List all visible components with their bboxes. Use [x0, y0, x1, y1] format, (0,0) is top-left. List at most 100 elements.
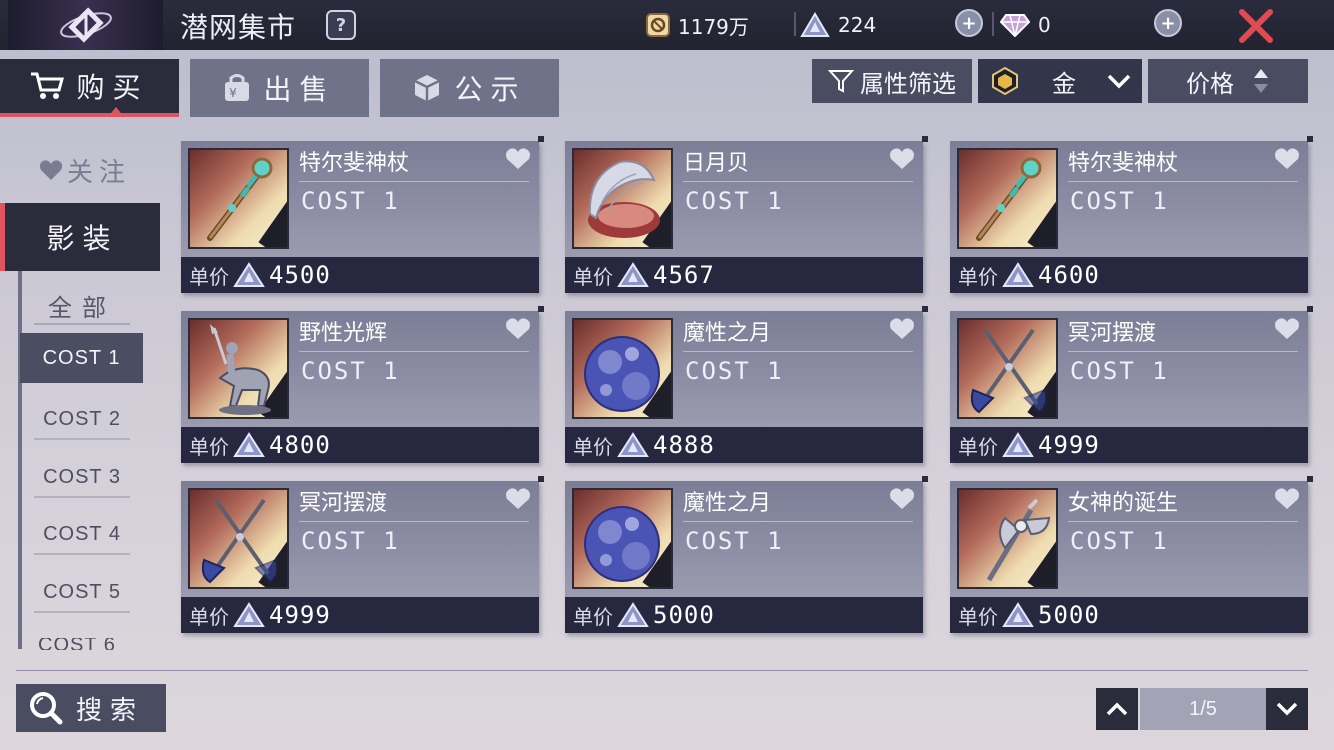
attribute-filter-button[interactable]: 属性筛选: [812, 59, 972, 103]
item-card[interactable]: 魔性之月 COST 1 单价 5000: [565, 476, 928, 633]
crystal-icon: [233, 602, 265, 628]
close-button[interactable]: [1236, 8, 1276, 44]
crystal-icon: [233, 432, 265, 458]
diamond-currency: 0: [1000, 10, 1051, 40]
price-label: 单价: [189, 604, 229, 629]
add-diamond-button[interactable]: +: [1154, 9, 1182, 37]
cube-icon: [412, 73, 442, 103]
item-price: 4600: [1038, 261, 1100, 289]
crystal-amount: 224: [838, 13, 877, 37]
crystal-icon: [617, 432, 649, 458]
item-thumbnail: [188, 488, 289, 589]
favorite-heart-icon[interactable]: [889, 317, 915, 341]
logo-emblem-icon: [59, 7, 112, 43]
gold-coin-icon: [646, 13, 670, 37]
sidebar-item-all[interactable]: 全部: [34, 287, 130, 325]
sidebar-item-cost-6-label: COST 6: [38, 638, 116, 650]
sidebar-item-cost-5[interactable]: COST 5: [34, 573, 130, 613]
item-name: 野性光辉: [299, 315, 529, 352]
item-card[interactable]: 特尔斐神杖 COST 1 单价 4600: [950, 136, 1313, 293]
item-price: 5000: [1038, 601, 1100, 629]
shopping-cart-icon: [30, 71, 65, 101]
item-thumbnail: [572, 488, 673, 589]
tab-notice[interactable]: 公示: [380, 59, 559, 117]
item-thumbnail: [572, 318, 673, 419]
item-cost: COST 1: [301, 357, 400, 385]
item-price: 5000: [653, 601, 715, 629]
item-card[interactable]: 魔性之月 COST 1 单价 4888: [565, 306, 928, 463]
favorite-heart-icon[interactable]: [1274, 317, 1300, 341]
sidebar-item-cost-3[interactable]: COST 3: [34, 458, 130, 498]
item-price-bar: 单价 4500: [181, 257, 539, 293]
item-name: 冥河摆渡: [299, 485, 529, 522]
item-thumbnail: [957, 148, 1058, 249]
item-card[interactable]: 女神的诞生 COST 1 单价 5000: [950, 476, 1313, 633]
price-label: 单价: [189, 434, 229, 459]
item-card[interactable]: 特尔斐神杖 COST 1 单价 4500: [181, 136, 544, 293]
corner-dot: [538, 476, 544, 482]
metal-select[interactable]: 金: [978, 59, 1142, 103]
favorite-heart-icon[interactable]: [889, 487, 915, 511]
tab-buy[interactable]: 购买: [0, 59, 179, 117]
item-name: 特尔斐神杖: [299, 145, 529, 182]
item-card[interactable]: 日月贝 COST 1 单价 4567: [565, 136, 928, 293]
item-name: 冥河摆渡: [1068, 315, 1298, 352]
page-next-button[interactable]: [1266, 688, 1308, 730]
favorite-heart-icon[interactable]: [1274, 487, 1300, 511]
item-card[interactable]: 野性光辉 COST 1 单价 4800: [181, 306, 544, 463]
gold-amount: 1179万: [678, 14, 749, 39]
item-cost: COST 1: [301, 187, 400, 215]
crystal-icon: [617, 602, 649, 628]
sidebar-item-cost-4[interactable]: COST 4: [34, 515, 130, 555]
corner-dot: [1307, 306, 1313, 312]
item-price: 4500: [269, 261, 331, 289]
corner-dot: [922, 306, 928, 312]
search-button[interactable]: 搜索: [16, 684, 166, 732]
chevron-up-icon: [1106, 702, 1128, 716]
filter-icon: [828, 68, 854, 94]
page-indicator: 1/5: [1140, 688, 1266, 730]
item-name: 魔性之月: [683, 485, 913, 522]
diamond-amount: 0: [1038, 13, 1051, 37]
category-shadow-gear[interactable]: 影装: [0, 203, 160, 271]
tab-sell[interactable]: ¥ 出售: [190, 59, 369, 117]
favorite-heart-icon[interactable]: [505, 487, 531, 511]
favorite-heart-icon[interactable]: [889, 147, 915, 171]
help-button[interactable]: ?: [326, 10, 356, 40]
price-sort-label: 价格: [1186, 69, 1234, 98]
follow-label: 关注: [66, 157, 131, 188]
price-label: 单价: [958, 604, 998, 629]
price-label: 单价: [958, 264, 998, 289]
footer-divider: [16, 670, 1308, 671]
tab-sell-label: 出售: [263, 73, 336, 106]
item-card[interactable]: 冥河摆渡 COST 1 单价 4999: [950, 306, 1313, 463]
diamond-icon: [1000, 14, 1030, 37]
item-name: 魔性之月: [683, 315, 913, 352]
sidebar-item-cost-2[interactable]: COST 2: [34, 400, 130, 440]
item-cost: COST 1: [685, 187, 784, 215]
tab-active-marker: [108, 107, 124, 117]
price-label: 单价: [573, 604, 613, 629]
add-crystal-button[interactable]: +: [955, 9, 983, 37]
item-cost: COST 1: [685, 527, 784, 555]
sidebar-item-cost-6[interactable]: COST 6: [20, 638, 150, 650]
page-title: 潜网集市: [180, 11, 297, 44]
bag-icon: ¥: [223, 73, 251, 103]
page-prev-button[interactable]: [1096, 688, 1138, 730]
item-price-bar: 单价 4600: [950, 257, 1308, 293]
price-sort-button[interactable]: 价格: [1148, 59, 1308, 103]
item-card[interactable]: 冥河摆渡 COST 1 单价 4999: [181, 476, 544, 633]
crystal-icon: [1002, 602, 1034, 628]
crystal-icon: [1002, 432, 1034, 458]
item-price-bar: 单价 4888: [565, 427, 923, 463]
favorite-heart-icon[interactable]: [505, 147, 531, 171]
favorite-heart-icon[interactable]: [505, 317, 531, 341]
item-thumbnail: [188, 318, 289, 419]
corner-dot: [922, 476, 928, 482]
follow-filter[interactable]: 关注: [30, 150, 140, 190]
tab-notice-label: 公示: [454, 73, 527, 106]
item-cost: COST 1: [685, 357, 784, 385]
favorite-heart-icon[interactable]: [1274, 147, 1300, 171]
item-price: 4888: [653, 431, 715, 459]
sidebar-item-cost-1[interactable]: COST 1: [20, 333, 143, 383]
